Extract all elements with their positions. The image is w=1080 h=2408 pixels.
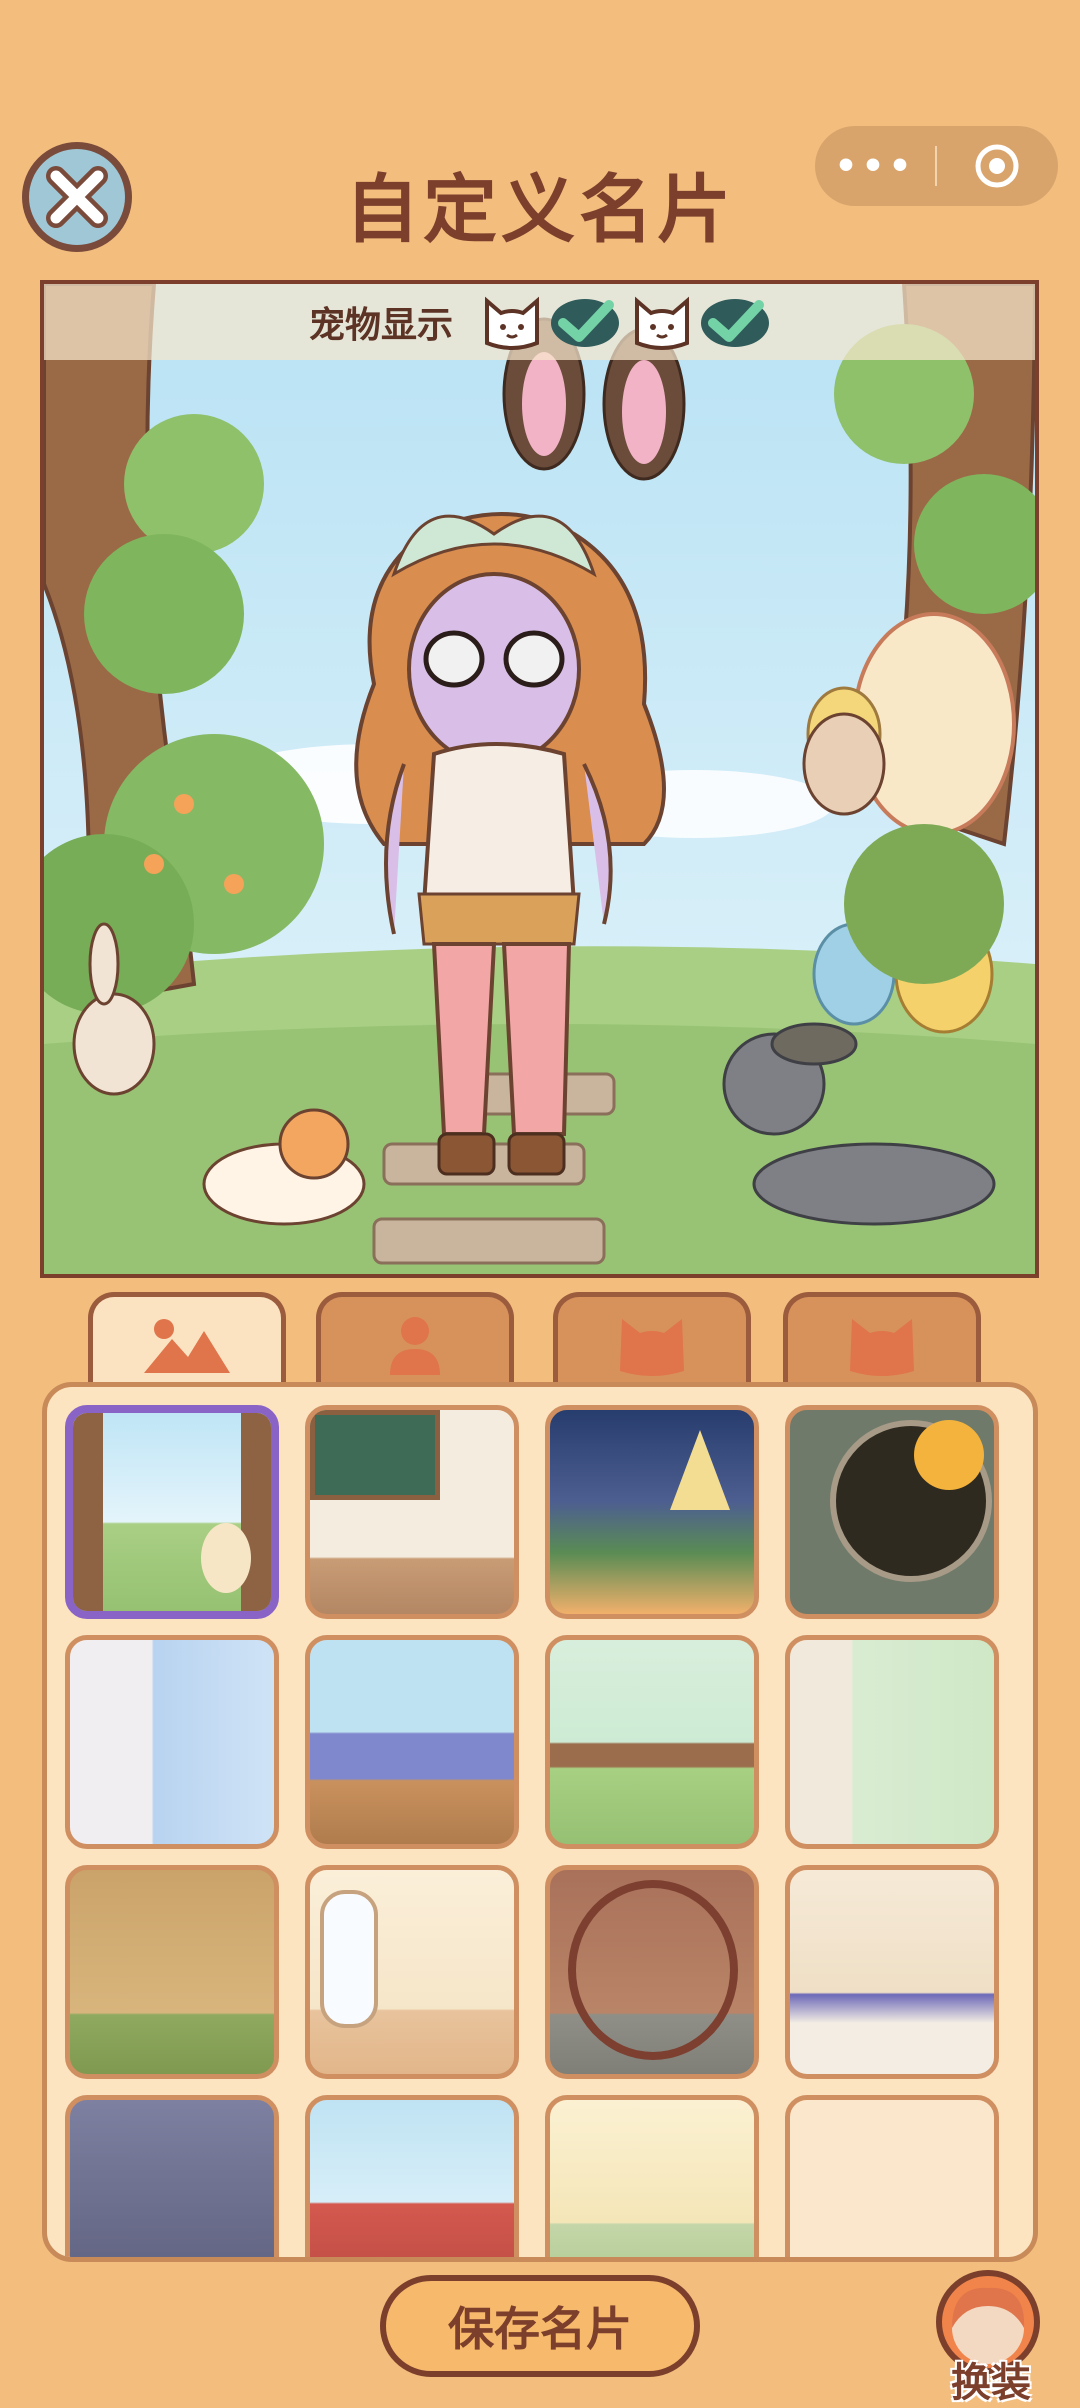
background-thumb-gothic-hall[interactable] [65,2095,279,2257]
check-icon [701,299,770,347]
background-thumb-round-window-autumn[interactable] [785,1405,999,1619]
pet-display-bar: 宠物显示 [44,284,1035,360]
background-thumb-spring-fence[interactable] [545,1635,759,1849]
landscape-icon [144,1318,230,1373]
background-thumb-cream-wallpaper[interactable] [785,2095,999,2257]
save-card-button[interactable]: 保存名片 [380,2275,700,2377]
background-thumb-forest-easter[interactable] [65,1405,279,1619]
scene-illustration [44,284,1035,1274]
background-thumb-festival-flowers[interactable] [305,2095,519,2257]
tab-pet-2[interactable] [783,1292,981,1392]
background-thumb-cozy-fox-room[interactable] [305,1865,519,2079]
check-icon [551,299,620,347]
background-thumb-bamboo-garden[interactable] [65,1865,279,2079]
exit-button[interactable] [937,143,1057,189]
more-dots-icon[interactable]: ••• [815,146,935,187]
cat-head-icon [620,1318,684,1376]
background-thumb-chinese-moon-gate[interactable] [545,1865,759,2079]
background-thumb-royal-garden[interactable] [785,1865,999,2079]
cat-face-icon [485,296,540,350]
pet-toggle-2[interactable] [631,293,773,351]
background-thumb-classroom[interactable] [305,1405,519,1619]
card-preview: 宠物显示 [40,280,1039,1278]
background-thumb-flower-balcony[interactable] [305,1635,519,1849]
cat-head-icon [850,1318,914,1376]
tab-background[interactable] [88,1292,286,1392]
pet-display-label: 宠物显示 [309,305,454,346]
mini-program-capsule: ••• [815,126,1058,206]
background-grid [42,1382,1038,2262]
background-thumb-greenhouse-studio[interactable] [785,1635,999,1849]
tab-pet-1[interactable] [553,1292,751,1392]
background-thumb-crystal-night[interactable] [545,1405,759,1619]
target-icon [975,144,1019,188]
dress-up-label: 换装 [951,2360,1031,2406]
background-thumb-white-curtain-room[interactable] [65,1635,279,1849]
tab-character[interactable] [316,1292,514,1392]
background-thumb-sunny-window[interactable] [545,2095,759,2257]
person-icon [390,1316,440,1375]
pet-toggle-1[interactable] [481,293,623,351]
cat-face-icon [635,296,690,350]
